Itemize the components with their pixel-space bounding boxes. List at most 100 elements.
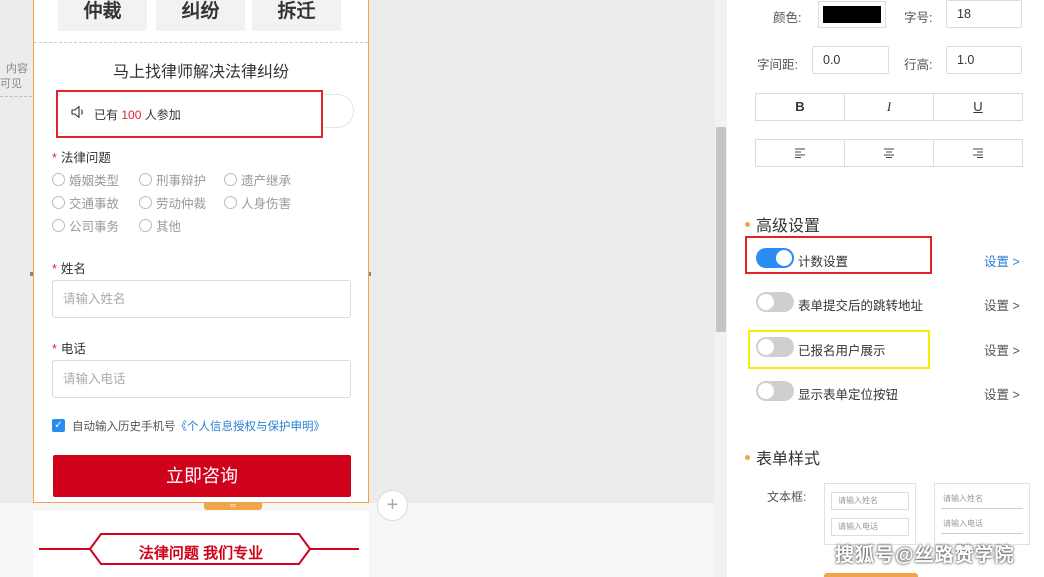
redirect-settings-link[interactable]: 设置 > — [984, 295, 1020, 314]
option-label: 其他 — [156, 220, 182, 234]
required-asterisk: * — [52, 262, 57, 276]
phone-input[interactable]: 请输入电话 — [52, 360, 351, 398]
color-picker[interactable] — [818, 1, 886, 28]
align-left-button[interactable] — [756, 140, 845, 166]
speaker-icon — [71, 105, 83, 119]
registered-users-highlight-annotation — [748, 330, 930, 369]
properties-panel: 颜色: 字号: 18 字间距: 0.0 行高: 1.0 B I U 高级设置 计… — [727, 0, 1044, 577]
privacy-link[interactable]: 《个人信息授权与保护申明》 — [176, 421, 326, 433]
form-style-text: 表单样式 — [756, 451, 821, 468]
radio-circle-icon — [224, 173, 237, 186]
font-size-input[interactable]: 18 — [946, 0, 1022, 28]
color-swatch — [823, 6, 881, 23]
radio-circle-icon — [52, 196, 65, 209]
option-label: 交通事故 — [69, 197, 120, 211]
left-note-line-2: 可见 — [0, 78, 22, 90]
option-company-affairs[interactable]: 公司事务 — [52, 216, 119, 235]
align-right-button[interactable] — [934, 140, 1022, 166]
name-label: * 姓名 — [52, 258, 86, 277]
option-inheritance[interactable]: 遗产继承 — [224, 170, 291, 189]
text-align-group — [755, 139, 1023, 167]
section-dot-icon — [745, 221, 750, 227]
counter-suffix: 人参加 — [144, 108, 181, 122]
name-input[interactable]: 请输入姓名 — [52, 280, 351, 318]
counter-highlight-annotation — [745, 236, 932, 274]
auto-fill-label: 自动输入历史手机号 — [72, 421, 176, 433]
canvas-scrollbar-thumb[interactable] — [716, 127, 726, 332]
counter-number: 100 — [121, 108, 142, 122]
locate-button-toggle[interactable] — [756, 381, 794, 401]
radio-circle-icon — [139, 173, 152, 186]
counter-highlight-box: 已有 100 人参加 — [56, 90, 323, 138]
left-dash-divider — [0, 96, 32, 97]
locate-button-setting-label: 显示表单定位按钮 — [798, 388, 899, 402]
redirect-toggle[interactable] — [756, 292, 794, 312]
registered-users-settings-link[interactable]: 设置 > — [984, 340, 1020, 359]
advanced-settings-text: 高级设置 — [756, 218, 821, 235]
underline-button[interactable]: U — [934, 94, 1022, 120]
legal-issue-text: 法律问题 — [60, 151, 111, 165]
counter-prefix: 已有 — [94, 108, 119, 122]
option-labor-arbitration[interactable]: 劳动仲裁 — [139, 193, 206, 212]
component-resize-handle[interactable]: ═ — [204, 502, 262, 510]
align-left-icon — [795, 148, 805, 158]
consult-now-button[interactable]: 立即咨询 — [53, 455, 351, 497]
align-center-button[interactable] — [845, 140, 934, 166]
option-other[interactable]: 其他 — [139, 216, 181, 235]
text-format-group: B I U — [755, 93, 1023, 121]
option-marriage[interactable]: 婚姻类型 — [52, 170, 119, 189]
align-right-icon — [973, 148, 983, 158]
auto-fill-checkbox[interactable]: ✓ — [52, 419, 65, 432]
required-asterisk: * — [52, 342, 57, 356]
option-label: 公司事务 — [69, 220, 120, 234]
option-label: 人身伤害 — [241, 197, 292, 211]
option-personal-injury[interactable]: 人身伤害 — [224, 193, 291, 212]
mini-input-name: 请输入姓名 — [831, 492, 909, 510]
radio-circle-icon — [52, 173, 65, 186]
participant-counter: 已有 100 人参加 — [94, 106, 181, 123]
option-label: 遗产继承 — [241, 174, 292, 188]
section-dot-icon — [745, 454, 750, 460]
option-label: 刑事辩护 — [156, 174, 207, 188]
locate-button-settings-link[interactable]: 设置 > — [984, 384, 1020, 403]
panel-bottom-button[interactable] — [824, 573, 918, 577]
category-button-arbitration[interactable]: 仲裁 — [58, 0, 147, 31]
form-component-preview[interactable]: 仲裁 纠纷 拆迁 马上找律师解决法律纠纷 已有 100 人参加 * 法律问题 婚姻… — [33, 0, 369, 503]
radio-circle-icon — [139, 219, 152, 232]
category-button-dispute[interactable]: 纠纷 — [156, 0, 245, 31]
radio-circle-icon — [139, 196, 152, 209]
letter-spacing-input[interactable]: 0.0 — [812, 46, 889, 74]
name-label-text: 姓名 — [60, 262, 86, 276]
redirect-setting-label: 表单提交后的跳转地址 — [798, 299, 924, 313]
counter-settings-link[interactable]: 设置 > — [984, 251, 1020, 270]
required-asterisk: * — [52, 151, 57, 165]
align-center-icon — [884, 148, 894, 158]
left-cropped-note: 内容 可见 — [0, 62, 28, 92]
add-component-button[interactable]: + — [377, 490, 408, 521]
mini-input-phone: 请输入电话 — [831, 518, 909, 536]
color-label: 颜色: — [773, 11, 802, 25]
option-criminal-defense[interactable]: 刑事辩护 — [139, 170, 206, 189]
component-divider — [34, 42, 368, 43]
textbox-style-option-underline[interactable]: 请输入姓名 请输入电话 — [934, 483, 1030, 545]
textbox-style-option-boxed[interactable]: 请输入姓名 请输入电话 — [824, 483, 916, 545]
line-height-label: 行高: — [904, 58, 933, 72]
banner-title: 法律问题 我们专业 — [138, 545, 264, 562]
advanced-settings-title: 高级设置 — [745, 212, 820, 236]
font-size-label: 字号: — [904, 11, 933, 25]
phone-label-text: 电话 — [60, 342, 86, 356]
mini-line-name: 请输入姓名 — [941, 493, 1023, 509]
category-button-demolition[interactable]: 拆迁 — [252, 0, 341, 31]
option-traffic-accident[interactable]: 交通事故 — [52, 193, 119, 212]
form-title: 马上找律师解决法律纠纷 — [112, 64, 289, 81]
phone-label: * 电话 — [52, 338, 86, 357]
next-component-preview[interactable]: 法律问题 我们专业 — [33, 511, 369, 577]
toggle-knob — [758, 294, 774, 310]
mini-line-phone: 请输入电话 — [941, 518, 1023, 534]
legal-issue-label: * 法律问题 — [52, 147, 111, 166]
bold-button[interactable]: B — [756, 94, 845, 120]
form-style-title: 表单样式 — [745, 445, 820, 469]
italic-button[interactable]: I — [845, 94, 934, 120]
line-height-input[interactable]: 1.0 — [946, 46, 1022, 74]
left-note-line-1: 内容 — [6, 63, 28, 75]
